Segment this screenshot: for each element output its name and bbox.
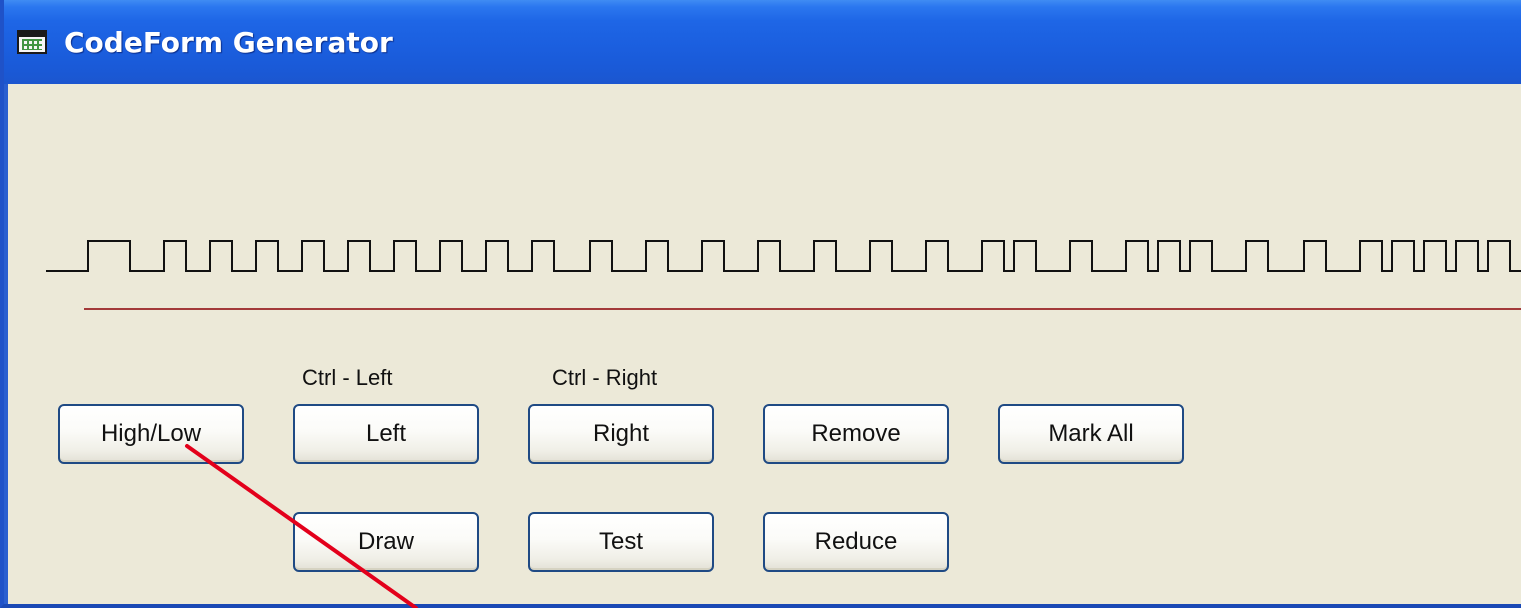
reduce-button[interactable]: Reduce [763,512,949,572]
right-button[interactable]: Right [528,404,714,464]
client-area: Ctrl - Left Ctrl - Right High/Low Left R… [8,84,1521,604]
high-low-button[interactable]: High/Low [58,404,244,464]
left-button[interactable]: Left [293,404,479,464]
codeform-window: CodeForm Generator Ctrl - Left Ctrl - Ri… [0,0,1521,608]
waveform-line [46,240,1521,272]
ctrl-left-label: Ctrl - Left [302,365,393,390]
test-button[interactable]: Test [528,512,714,572]
draw-button[interactable]: Draw [293,512,479,572]
ctrl-right-label: Ctrl - Right [552,365,658,390]
window-title: CodeForm Generator [64,26,393,59]
mark-all-button[interactable]: Mark All [998,404,1184,464]
remove-button[interactable]: Remove [763,404,949,464]
grid-window-icon[interactable] [17,30,47,54]
title-bar[interactable]: CodeForm Generator [4,0,1521,84]
